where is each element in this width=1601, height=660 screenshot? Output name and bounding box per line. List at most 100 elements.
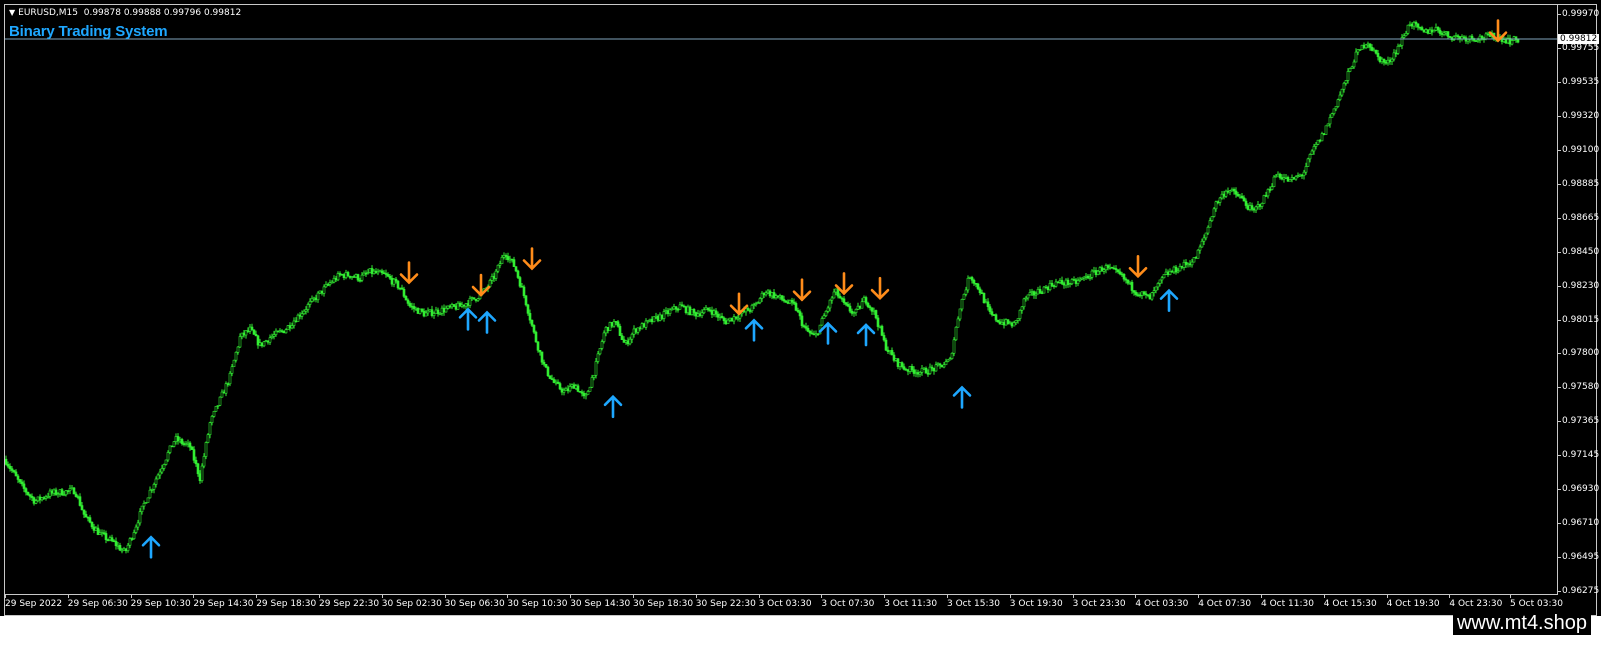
candle-body	[1168, 271, 1172, 275]
candle-body	[1372, 49, 1376, 52]
candle-body	[1102, 269, 1106, 272]
candle-body	[186, 442, 190, 445]
candle-body	[1306, 158, 1310, 167]
candle-body	[1282, 177, 1286, 180]
sell-arrow-down-icon[interactable]	[1128, 254, 1148, 279]
candle-body	[1042, 286, 1046, 294]
candle-body	[1146, 294, 1150, 296]
buy-arrow-up-icon[interactable]	[952, 385, 972, 409]
candle-body	[1160, 277, 1164, 281]
candle-body	[174, 436, 178, 442]
candle-body	[1320, 133, 1324, 142]
candle-body	[16, 475, 20, 480]
candle-body	[496, 264, 500, 272]
candle-body	[528, 313, 532, 321]
price-chart[interactable]	[5, 5, 1558, 595]
candle-body	[1138, 294, 1142, 297]
candle-body	[232, 359, 236, 368]
candle-body	[306, 304, 310, 310]
candle-body	[516, 270, 520, 278]
buy-arrow-up-icon[interactable]	[818, 321, 838, 345]
time-tick-label: 3 Oct 03:30	[758, 595, 812, 609]
candle-body	[224, 383, 228, 394]
buy-arrow-up-icon[interactable]	[856, 323, 876, 347]
candle-body	[18, 479, 22, 483]
buy-arrow-up-icon[interactable]	[1159, 288, 1179, 312]
candle-body	[956, 318, 960, 328]
candle-body	[1194, 257, 1198, 259]
candle-body	[1446, 31, 1450, 37]
candle-body	[692, 308, 696, 313]
candle-body	[1266, 189, 1270, 197]
candle-body	[222, 391, 226, 394]
time-axis[interactable]: 29 Sep 2022 29 Sep 06:30 29 Sep 10:30 29 Se…	[5, 595, 1563, 617]
candle-body	[78, 496, 82, 506]
candle-body	[854, 308, 858, 313]
candle-body	[202, 456, 206, 467]
candle-body	[116, 545, 120, 547]
candle-body	[1112, 267, 1116, 270]
candle-body	[190, 446, 194, 450]
sell-arrow-down-icon[interactable]	[399, 261, 419, 285]
candle-body	[994, 314, 998, 321]
sell-arrow-down-icon[interactable]	[870, 276, 890, 300]
price-tick-label: 0.98450	[1557, 246, 1600, 257]
candle-body	[1090, 270, 1094, 278]
candle-body	[170, 445, 174, 448]
candle-body	[1038, 289, 1042, 293]
candle-body	[1240, 195, 1244, 199]
candle-body	[958, 308, 962, 320]
candle-body	[1124, 278, 1128, 281]
buy-arrow-up-icon[interactable]	[458, 307, 478, 331]
time-tick-label: 29 Sep 14:30	[193, 595, 254, 609]
dropdown-triangle-icon[interactable]: ▼	[9, 8, 15, 17]
candle-body	[12, 470, 16, 473]
candle-body	[130, 538, 134, 540]
candle-body	[674, 306, 678, 310]
price-axis[interactable]: 0.99970 0.99755 0.99535 0.99320 0.99100 0.988…	[1557, 5, 1600, 596]
candle-body	[1078, 278, 1082, 281]
buy-arrow-up-icon[interactable]	[603, 394, 623, 419]
sell-arrow-down-icon[interactable]	[792, 278, 812, 302]
candle-body	[1134, 292, 1138, 295]
buy-arrow-up-icon[interactable]	[141, 535, 161, 559]
candle-body	[1418, 26, 1422, 29]
candle-body	[1302, 171, 1306, 176]
candle-body	[1392, 52, 1396, 60]
buy-arrow-up-icon[interactable]	[744, 318, 764, 342]
candle-body	[1212, 208, 1216, 217]
candle-body	[1294, 176, 1298, 180]
candle-body	[1012, 322, 1016, 327]
candle-body	[1176, 270, 1180, 273]
candle-body	[1208, 220, 1212, 228]
candle-body	[180, 439, 184, 444]
candle-body	[1080, 277, 1084, 280]
candle-body	[1182, 261, 1186, 268]
chart-window[interactable]: ▼ EURUSD,M15 0.99878 0.99888 0.99796 0.99…	[4, 4, 1600, 617]
plot-area[interactable]: ▼ EURUSD,M15 0.99878 0.99888 0.99796 0.99…	[5, 5, 1558, 595]
candle-body	[722, 317, 726, 322]
candle-body	[544, 363, 548, 368]
candle-body	[1064, 279, 1068, 286]
candle-body	[598, 348, 602, 355]
candle-body	[112, 540, 116, 543]
sell-arrow-down-icon[interactable]	[522, 247, 542, 271]
candle-body	[976, 283, 980, 290]
candle-body	[212, 410, 216, 417]
candle-body	[1388, 59, 1392, 63]
candle-body	[780, 295, 784, 300]
candle-body	[1252, 208, 1256, 211]
candle-body	[1330, 113, 1334, 118]
candle-body	[182, 443, 186, 445]
sell-arrow-down-icon[interactable]	[471, 273, 491, 297]
buy-arrow-up-icon[interactable]	[477, 310, 497, 334]
candle-body	[558, 383, 562, 390]
candle-body	[1290, 177, 1294, 180]
candle-body	[990, 311, 994, 315]
candle-body	[1122, 273, 1126, 280]
candle-body	[798, 311, 802, 317]
candle-body	[1202, 237, 1206, 242]
candle-body	[1058, 280, 1062, 283]
candle-body	[1018, 309, 1022, 319]
candle-body	[226, 383, 230, 385]
